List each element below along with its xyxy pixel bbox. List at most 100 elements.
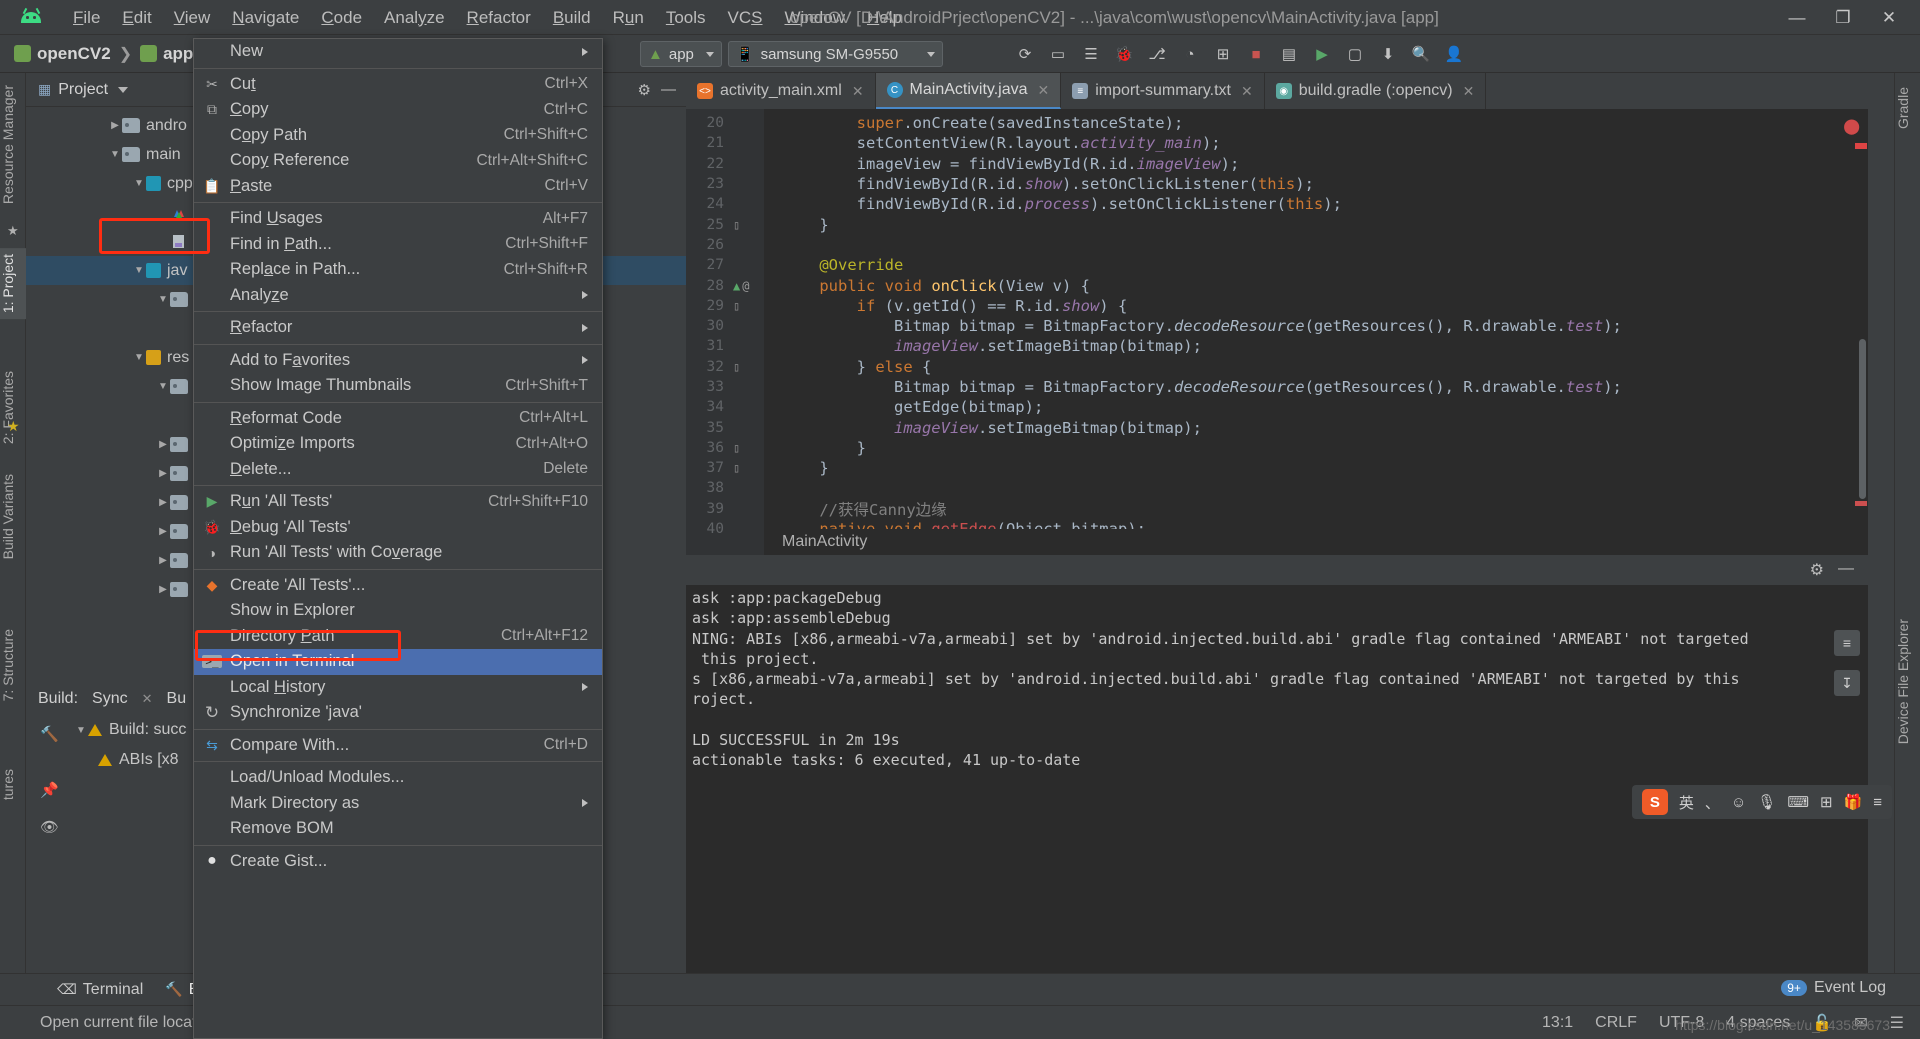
- editor-tab-activity-main-xml[interactable]: <> activity_main.xml ✕: [686, 73, 876, 109]
- error-count-badge[interactable]: ⬤: [1843, 117, 1860, 135]
- pin-icon[interactable]: 📌: [40, 781, 59, 799]
- twisty-icon[interactable]: ▼: [108, 149, 122, 160]
- code-line[interactable]: 31 imageView.setImageBitmap(bitmap);: [686, 336, 1868, 356]
- menu-item-copy-reference[interactable]: Copy Reference Ctrl+Alt+Shift+C: [194, 148, 602, 174]
- ime-voice-icon[interactable]: 🎙: [1757, 793, 1776, 811]
- menu-item-view[interactable]: View: [163, 0, 222, 35]
- sidebar-item-captures[interactable]: tures: [0, 763, 26, 806]
- code-line[interactable]: 32 ▯ } else {: [686, 357, 1868, 377]
- chevron-down-icon[interactable]: [118, 86, 129, 93]
- ime-grid-icon[interactable]: ⊞: [1820, 793, 1833, 811]
- menu-item-open-in-terminal[interactable]: >_ Open in Terminal: [194, 649, 602, 675]
- menu-item-vcs[interactable]: VCS: [717, 0, 774, 35]
- context-menu[interactable]: New ✂ Cut Ctrl+X ⧉ Copy Ctrl+C Copy Path Ctrl+Sh…: [193, 38, 603, 1039]
- ime-emoji-icon[interactable]: ☺: [1731, 794, 1746, 811]
- sidebar-item-resource-manager[interactable]: Resource Manager: [0, 79, 26, 210]
- stop-icon[interactable]: ■: [1241, 40, 1271, 68]
- hide-panel-icon[interactable]: —: [661, 81, 676, 99]
- twisty-icon[interactable]: ▶: [156, 468, 170, 479]
- twisty-icon[interactable]: ▶: [156, 555, 170, 566]
- window-controls[interactable]: — ❐ ✕: [1774, 0, 1912, 35]
- caret-position[interactable]: 13:1: [1542, 1014, 1573, 1032]
- error-stripe-marker[interactable]: [1855, 143, 1867, 149]
- menu-item-copy[interactable]: ⧉ Copy Ctrl+C: [194, 97, 602, 123]
- editor-scrollbar[interactable]: [1859, 339, 1866, 499]
- twisty-icon[interactable]: ▶: [108, 120, 122, 131]
- code-line[interactable]: 33 Bitmap bitmap = BitmapFactory.decodeR…: [686, 377, 1868, 397]
- code-breadcrumb[interactable]: MainActivity: [764, 529, 1868, 555]
- device-manager-icon[interactable]: ▢: [1340, 40, 1370, 68]
- memory-indicator[interactable]: ☰: [1890, 1013, 1904, 1033]
- menu-item-add-to-favorites[interactable]: Add to Favorites: [194, 348, 602, 374]
- bottom-tab-terminal[interactable]: ⌫ Terminal: [48, 981, 152, 999]
- sidebar-item-build-variants[interactable]: Build Variants: [0, 468, 26, 565]
- menu-item-copy-path[interactable]: Copy Path Ctrl+Shift+C: [194, 123, 602, 149]
- menu-item-mark-directory-as[interactable]: Mark Directory as: [194, 791, 602, 817]
- menu-item-synchronize-java[interactable]: ↻ Synchronize 'java': [194, 700, 602, 726]
- menu-item-replace-in-path[interactable]: Replace in Path... Ctrl+Shift+R: [194, 257, 602, 283]
- menu-item-code[interactable]: Code: [310, 0, 373, 35]
- close-icon[interactable]: ✕: [142, 691, 153, 707]
- editor-tab-bar[interactable]: <> activity_main.xml ✕ C MainActivity.java ✕ ≡…: [686, 73, 1868, 109]
- close-tab-icon[interactable]: ✕: [852, 83, 864, 100]
- maximize-button[interactable]: ❐: [1820, 0, 1866, 35]
- sync-gradle-icon[interactable]: ⟳: [1010, 40, 1040, 68]
- code-line[interactable]: 20 super.onCreate(savedInstanceState);: [686, 113, 1868, 133]
- right-tool-strip[interactable]: Gradle Device File Explorer: [1894, 73, 1920, 993]
- code-line[interactable]: 30 Bitmap bitmap = BitmapFactory.decodeR…: [686, 316, 1868, 336]
- hide-panel-icon[interactable]: —: [1838, 560, 1854, 580]
- ime-language-toggle[interactable]: 英: [1679, 792, 1694, 813]
- menu-item-tools[interactable]: Tools: [655, 0, 717, 35]
- gutter-marker[interactable]: ▯: [730, 360, 764, 374]
- menu-item-analyze[interactable]: Analyze: [373, 0, 456, 35]
- gutter-marker[interactable]: ▯: [730, 299, 764, 313]
- sdk-manager-icon[interactable]: ☰: [1076, 40, 1106, 68]
- sidebar-item-favorites[interactable]: 2: Favorites: [0, 365, 26, 450]
- menu-item-find-in-path[interactable]: Find in Path... Ctrl+Shift+F: [194, 232, 602, 258]
- close-tab-icon[interactable]: ✕: [1241, 83, 1253, 100]
- twisty-icon[interactable]: ▼: [132, 352, 146, 363]
- twisty-icon[interactable]: ▼: [132, 265, 146, 276]
- toolbar-icon-group[interactable]: ⟳ ▭ ☰ 🐞 ⎇ ◔ ⊞ ■ ▤ ▶ ▢ ⬇ 🔍 👤: [1010, 35, 1469, 73]
- menu-item-reformat-code[interactable]: Reformat Code Ctrl+Alt+L: [194, 406, 602, 432]
- breadcrumb-item-app[interactable]: app: [163, 44, 193, 64]
- sidebar-item-project[interactable]: 1: Project: [0, 248, 26, 320]
- close-tab-icon[interactable]: ✕: [1038, 82, 1050, 99]
- editor-tab-build-gradle-opencv-[interactable]: ◉ build.gradle (:opencv) ✕: [1265, 73, 1487, 109]
- ime-keyboard-icon[interactable]: ⌨: [1787, 793, 1809, 811]
- editor-tab-import-summary-txt[interactable]: ≡ import-summary.txt ✕: [1061, 73, 1265, 109]
- account-icon[interactable]: 👤: [1439, 40, 1469, 68]
- eye-icon[interactable]: 👁: [40, 818, 59, 836]
- settings-gear-icon[interactable]: ⚙: [638, 81, 651, 99]
- menu-item-refactor[interactable]: Refactor: [456, 0, 542, 35]
- menu-item-create-all-tests[interactable]: ◆ Create 'All Tests'...: [194, 573, 602, 599]
- code-area[interactable]: 20 super.onCreate(savedInstanceState); 21…: [686, 109, 1868, 555]
- minimize-button[interactable]: —: [1774, 0, 1820, 35]
- menu-item-debug-all-tests[interactable]: 🐞 Debug 'All Tests': [194, 515, 602, 541]
- event-log-label[interactable]: Event Log: [1814, 979, 1886, 997]
- menu-item-analyze[interactable]: Analyze: [194, 283, 602, 309]
- breadcrumb[interactable]: openCV2 ❯ app ❯: [14, 44, 223, 64]
- gutter-marker[interactable]: ▲ @: [730, 279, 764, 293]
- build-tab-sync[interactable]: Sync: [92, 690, 128, 708]
- menu-item-run-all-tests[interactable]: ▶ Run 'All Tests' Ctrl+Shift+F10: [194, 489, 602, 515]
- menu-item-navigate[interactable]: Navigate: [221, 0, 310, 35]
- code-lines[interactable]: 20 super.onCreate(savedInstanceState); 21…: [686, 109, 1868, 539]
- run-controls[interactable]: ▲ app 📱 samsung SM-G9550: [640, 35, 943, 73]
- menu-item-build[interactable]: Build: [542, 0, 602, 35]
- project-panel-tools[interactable]: ⚙ —: [638, 81, 686, 99]
- sidebar-item-device-file-explorer[interactable]: Device File Explorer: [1895, 613, 1920, 750]
- device-selector[interactable]: 📱 samsung SM-G9550: [727, 41, 943, 67]
- code-line[interactable]: 34 getEdge(bitmap);: [686, 397, 1868, 417]
- menu-item-paste[interactable]: 📋 Paste Ctrl+V: [194, 174, 602, 200]
- code-line[interactable]: 22 imageView = findViewById(R.id.imageVi…: [686, 154, 1868, 174]
- search-icon[interactable]: 🔍: [1406, 40, 1436, 68]
- attach-debugger-icon[interactable]: ⎇: [1142, 40, 1172, 68]
- code-line[interactable]: 21 setContentView(R.layout.activity_main…: [686, 133, 1868, 153]
- error-stripe-marker[interactable]: [1855, 501, 1867, 506]
- project-structure-icon[interactable]: ▤: [1274, 40, 1304, 68]
- line-separator[interactable]: CRLF: [1595, 1014, 1637, 1032]
- menu-item-create-gist[interactable]: ● Create Gist...: [194, 849, 602, 875]
- profiler-icon[interactable]: ◔: [1175, 40, 1205, 68]
- twisty-icon[interactable]: ▼: [156, 381, 170, 392]
